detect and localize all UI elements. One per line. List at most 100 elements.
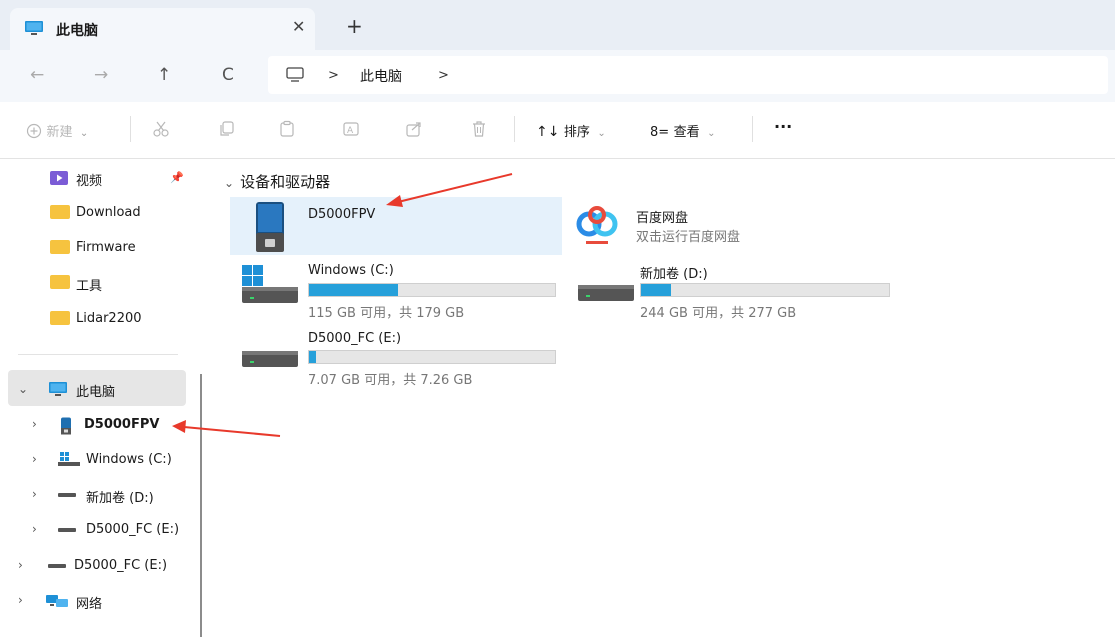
- svg-text:A: A: [347, 126, 354, 136]
- drive-icon: [578, 285, 634, 301]
- sidebar-item-label: Windows (C:): [86, 452, 172, 467]
- drive-item-new-volume-d[interactable]: 新加卷 (D:) 244 GB 可用，共 277 GB: [576, 263, 906, 323]
- windows-drive-icon: [58, 452, 80, 466]
- chevron-right-icon[interactable]: ›: [32, 522, 37, 536]
- chevron-down-icon: ⌄: [79, 128, 89, 139]
- new-label: 新建: [46, 125, 73, 140]
- chevron-right-icon[interactable]: ›: [32, 487, 37, 501]
- drive-usage-fill: [309, 351, 317, 363]
- item-description: 双击运行百度网盘: [636, 230, 741, 245]
- file-explorer-window: 此电脑 ✕ + ← → ↑ C > 此电脑 > 新建 ⌄ A ↑↓ 排序 ⌄ 8…: [0, 0, 1115, 637]
- drive-item-windows-c[interactable]: Windows (C:) 115 GB 可用，共 179 GB: [240, 263, 570, 323]
- drive-usage-bar: [640, 283, 890, 297]
- toolbar-divider: [130, 116, 131, 142]
- sort-icon: ↑↓: [536, 124, 560, 140]
- chevron-right-icon[interactable]: ›: [32, 452, 37, 466]
- sidebar-item-label: 视频: [76, 174, 103, 189]
- baidu-netdisk-icon: [576, 206, 618, 244]
- app-item-baidu-netdisk[interactable]: 百度网盘 双击运行百度网盘: [570, 197, 870, 255]
- address-bar[interactable]: > 此电脑 >: [268, 56, 1108, 94]
- folder-icon: [50, 240, 70, 254]
- drive-usage-fill: [641, 284, 671, 296]
- breadcrumb-this-pc[interactable]: 此电脑: [360, 66, 402, 86]
- tab-this-pc[interactable]: 此电脑 ✕: [10, 8, 315, 50]
- sidebar-item-lidar2200[interactable]: Lidar2200: [50, 308, 190, 332]
- drive-icon: [48, 564, 66, 568]
- up-button[interactable]: ↑: [157, 66, 171, 84]
- folder-icon: [50, 205, 70, 219]
- sidebar-item-tools[interactable]: 工具: [50, 272, 190, 296]
- navigation-pane: 视频 📌 Download Firmware 工具 Lidar2200 ⌄ 此电…: [0, 159, 205, 637]
- sidebar-item-label: Firmware: [76, 240, 136, 255]
- forward-button[interactable]: →: [94, 66, 108, 84]
- new-button[interactable]: 新建 ⌄: [26, 121, 88, 140]
- chevron-down-icon[interactable]: ⌄: [18, 382, 28, 396]
- sidebar-item-label: 工具: [76, 279, 103, 294]
- drive-usage-bar: [308, 350, 556, 364]
- share-icon[interactable]: [405, 120, 423, 138]
- chevron-right-icon[interactable]: ›: [32, 417, 37, 431]
- sort-label: 排序: [563, 125, 590, 140]
- tab-title: 此电脑: [56, 23, 98, 39]
- drive-icon: [58, 528, 76, 532]
- sidebar-item-firmware[interactable]: Firmware: [50, 237, 190, 261]
- cut-icon[interactable]: [152, 120, 170, 138]
- sidebar-item-videos[interactable]: 视频 📌: [50, 167, 190, 191]
- new-tab-button[interactable]: +: [346, 16, 363, 36]
- content-pane: ⌄ 设备和驱动器 D5000FPV 百度网盘 双击运行百度网盘 Windows …: [206, 159, 1115, 637]
- sidebar-item-d5000fc-e-removable[interactable]: › D5000_FC (E:): [18, 555, 188, 579]
- sidebar-item-new-volume-d[interactable]: › 新加卷 (D:): [32, 484, 197, 508]
- drive-free-space: 244 GB 可用，共 277 GB: [640, 306, 797, 321]
- drive-icon: [58, 493, 76, 497]
- group-header-devices-and-drives[interactable]: ⌄ 设备和驱动器: [224, 171, 330, 192]
- sidebar-item-download[interactable]: Download: [50, 202, 190, 226]
- group-title: 设备和驱动器: [240, 173, 331, 191]
- drive-free-space: 115 GB 可用，共 179 GB: [308, 306, 465, 321]
- item-name: 新加卷 (D:): [640, 267, 708, 282]
- device-item-d5000fpv[interactable]: D5000FPV: [230, 197, 562, 255]
- rename-icon[interactable]: A: [342, 120, 360, 138]
- monitor-icon: [25, 21, 43, 35]
- breadcrumb-separator-end[interactable]: >: [438, 68, 449, 83]
- drive-usage-bar: [308, 283, 556, 297]
- sidebar-item-label: Download: [76, 205, 141, 220]
- monitor-icon: [49, 382, 67, 396]
- item-name: D5000FPV: [308, 207, 376, 222]
- view-label: 查看: [673, 125, 700, 140]
- refresh-button[interactable]: C: [222, 66, 234, 84]
- sidebar-item-label: D5000FPV: [84, 417, 160, 432]
- close-tab-icon[interactable]: ✕: [292, 17, 305, 36]
- toolbar-divider: [514, 116, 515, 142]
- back-button[interactable]: ←: [30, 66, 44, 84]
- navigation-bar: ← → ↑ C > 此电脑 >: [0, 50, 1115, 102]
- view-button[interactable]: 8= 查看 ⌄: [650, 121, 715, 140]
- folder-icon: [50, 275, 70, 289]
- toolbar-divider: [752, 116, 753, 142]
- sidebar-item-d5000fc-e[interactable]: › D5000_FC (E:): [32, 519, 197, 543]
- copy-icon[interactable]: [218, 120, 236, 138]
- folder-icon: [50, 311, 70, 325]
- device-icon: [61, 417, 71, 435]
- sort-button[interactable]: ↑↓ 排序 ⌄: [536, 121, 606, 140]
- breadcrumb-separator[interactable]: >: [328, 68, 339, 83]
- pin-icon[interactable]: 📌: [170, 171, 184, 184]
- more-icon[interactable]: ···: [774, 117, 792, 136]
- sidebar-item-this-pc[interactable]: ⌄ 此电脑: [18, 378, 183, 402]
- paste-icon[interactable]: [278, 120, 296, 138]
- chevron-right-icon[interactable]: ›: [18, 593, 23, 607]
- drive-free-space: 7.07 GB 可用，共 7.26 GB: [308, 373, 473, 388]
- chevron-right-icon[interactable]: ›: [18, 558, 23, 572]
- drive-item-d5000fc-e[interactable]: D5000_FC (E:) 7.07 GB 可用，共 7.26 GB: [240, 329, 570, 389]
- delete-icon[interactable]: [470, 120, 488, 138]
- sidebar-scrollbar[interactable]: [200, 374, 202, 637]
- new-icon: [26, 123, 42, 139]
- sidebar-item-windows-c[interactable]: › Windows (C:): [32, 449, 197, 473]
- sidebar-item-d5000fpv[interactable]: › D5000FPV: [32, 414, 197, 438]
- drive-usage-fill: [309, 284, 398, 296]
- item-name: D5000_FC (E:): [308, 331, 402, 346]
- command-bar: 新建 ⌄ A ↑↓ 排序 ⌄ 8= 查看 ⌄ ···: [0, 102, 1115, 159]
- item-name: 百度网盘: [636, 211, 689, 226]
- windows-drive-icon: [242, 265, 298, 303]
- sidebar-item-network[interactable]: › 网络: [18, 590, 188, 614]
- sidebar-item-label: D5000_FC (E:): [74, 558, 168, 573]
